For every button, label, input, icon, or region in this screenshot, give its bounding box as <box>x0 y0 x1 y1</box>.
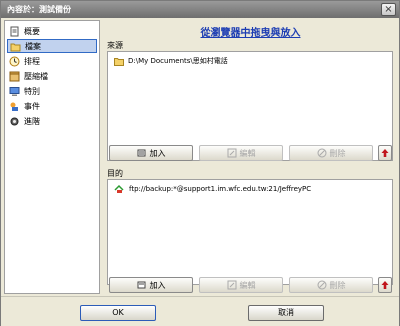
sidebar-item-files[interactable]: 檔案 <box>7 39 97 53</box>
sidebar-item-overview[interactable]: 概要 <box>7 24 97 38</box>
sidebar-item-label: 排程 <box>24 56 40 66</box>
folder-icon <box>114 57 124 66</box>
edit-icon <box>227 280 236 290</box>
edit-icon <box>227 148 236 158</box>
up-arrow-icon <box>381 149 389 157</box>
add-icon <box>137 149 145 157</box>
sidebar-item-special[interactable]: 特別 <box>7 84 97 98</box>
sidebar-item-label: 進階 <box>24 116 40 126</box>
close-icon: × <box>384 4 393 15</box>
source-path: D:\My Documents\思如村電話 <box>128 57 228 65</box>
sidebar-item-archive[interactable]: 壓縮檔 <box>7 69 97 83</box>
destination-list[interactable]: ftp://backup:*@support1.im.wfc.edu.tw:21… <box>107 179 393 285</box>
drag-drop-link[interactable]: 從瀏覽器中拖曳與放入 <box>103 24 398 39</box>
list-item[interactable]: ftp://backup:*@support1.im.wfc.edu.tw:21… <box>114 184 311 194</box>
window-title: 內容於：測試備份 <box>7 5 71 14</box>
sidebar-item-events[interactable]: 事件 <box>7 99 97 113</box>
main-panel: 從瀏覽器中拖曳與放入 來源 D:\My Documents\思如村電話 加入 編… <box>103 20 398 294</box>
close-button[interactable]: × <box>381 3 396 16</box>
sidebar-item-schedule[interactable]: 排程 <box>7 54 97 68</box>
advanced-icon <box>10 117 19 125</box>
list-item[interactable]: D:\My Documents\思如村電話 <box>114 56 228 66</box>
sidebar-item-label: 事件 <box>24 101 40 111</box>
sidebar: 概要 檔案 排程 壓縮檔 特別 事件 進階 <box>4 20 100 294</box>
ftp-icon <box>114 184 124 193</box>
clock-icon <box>9 56 20 66</box>
destination-edit-button[interactable]: 編輯 <box>199 277 283 293</box>
properties-dialog: 內容於：測試備份 × 概要 檔案 排程 壓縮檔 特別 事件 進階 從瀏覽器中拖曳… <box>0 0 400 326</box>
event-icon <box>10 102 18 111</box>
source-label: 來源 <box>107 41 123 50</box>
title-bar[interactable]: 內容於：測試備份 × <box>1 1 399 18</box>
source-edit-button[interactable]: 編輯 <box>199 145 283 161</box>
destination-add-button[interactable]: 加入 <box>109 277 193 293</box>
sidebar-item-label: 壓縮檔 <box>24 71 48 81</box>
delete-icon <box>317 280 326 290</box>
sidebar-item-label: 特別 <box>24 86 40 96</box>
dialog-footer: OK 取消 <box>1 296 399 326</box>
destination-delete-button[interactable]: 刪除 <box>289 277 373 293</box>
computer-icon <box>9 86 20 96</box>
source-delete-button[interactable]: 刪除 <box>289 145 373 161</box>
add-icon <box>137 281 145 289</box>
folder-icon <box>10 43 21 51</box>
delete-icon <box>317 148 326 158</box>
ok-button[interactable]: OK <box>80 305 156 321</box>
document-icon <box>10 26 19 36</box>
sidebar-item-label: 檔案 <box>25 41 41 51</box>
sidebar-item-advanced[interactable]: 進階 <box>7 114 97 128</box>
source-add-button[interactable]: 加入 <box>109 145 193 161</box>
destination-label: 目的 <box>107 169 123 178</box>
up-arrow-icon <box>381 281 389 289</box>
destination-move-up-button[interactable] <box>378 277 392 293</box>
sidebar-item-label: 概要 <box>24 26 40 36</box>
cancel-button[interactable]: 取消 <box>248 305 324 321</box>
archive-icon <box>9 71 20 81</box>
destination-path: ftp://backup:*@support1.im.wfc.edu.tw:21… <box>129 185 312 193</box>
source-move-up-button[interactable] <box>378 145 392 161</box>
